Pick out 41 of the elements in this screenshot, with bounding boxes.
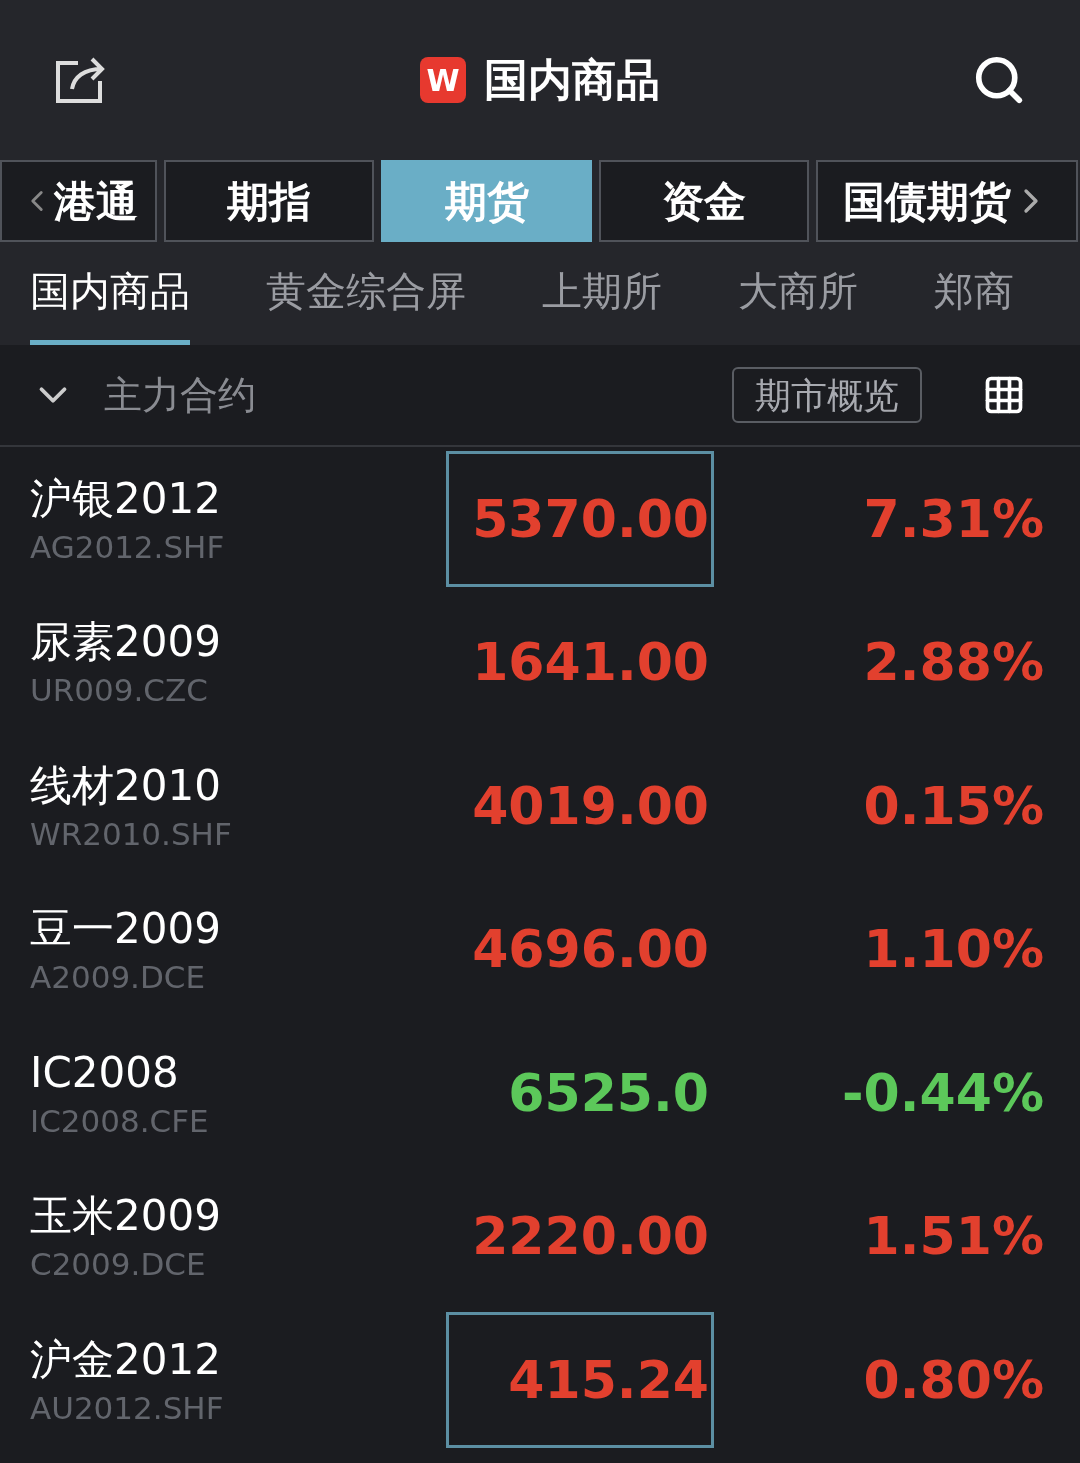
market-tab[interactable]: 大商所: [738, 242, 858, 345]
section-title: 主力合约: [104, 371, 257, 419]
contract-code: WR2010.SHF: [30, 814, 233, 854]
contract-name: 沪金2012: [30, 1333, 222, 1386]
change-percent: 0.15%: [862, 774, 1044, 838]
contract-code: UR009.CZC: [30, 671, 209, 711]
market-tab[interactable]: 郑商: [934, 242, 1014, 345]
overview-button[interactable]: 期市概览: [732, 367, 922, 423]
page-title: 国内商品: [484, 53, 660, 107]
contract-code: AG2012.SHF: [30, 527, 226, 567]
change-percent: 1.10%: [862, 918, 1044, 982]
price-cell-text: 6525.0: [507, 1061, 710, 1125]
market-tab[interactable]: 国内商品: [30, 242, 190, 345]
market-tab[interactable]: 黄金综合屏: [266, 242, 466, 345]
contract-code: IC2008.CFE: [30, 1101, 210, 1141]
app-logo: W: [420, 57, 466, 103]
price-cell-text: 4696.00: [471, 918, 710, 982]
category-tab[interactable]: 国债期货: [816, 160, 1078, 242]
contract-name: 线材2010: [30, 759, 222, 812]
contract-name: 沪银2012: [30, 472, 222, 525]
contract-code: A2009.DCE: [30, 958, 207, 998]
contract-code: AU2012.SHF: [30, 1388, 225, 1428]
contract-code: C2009.DCE: [30, 1245, 207, 1285]
price-cell-text: 2220.00: [471, 1205, 710, 1269]
price-cell-text: 1641.00: [471, 631, 710, 695]
category-tab[interactable]: 期指: [164, 160, 374, 242]
change-percent: 7.31%: [862, 487, 1044, 551]
change-percent: 2.88%: [862, 631, 1044, 695]
price-cell: 415.24: [446, 1311, 714, 1448]
category-tab[interactable]: 港通: [0, 160, 157, 242]
change-percent: -0.44%: [841, 1061, 1044, 1125]
category-tab[interactable]: 资金: [599, 160, 809, 242]
contract-name: 豆一2009: [30, 903, 222, 956]
price-cell-text: 4019.00: [471, 774, 710, 838]
contract-name: IC2008: [30, 1046, 180, 1099]
change-percent: 1.51%: [862, 1205, 1044, 1269]
market-tab[interactable]: 上期所: [542, 242, 662, 345]
contract-name: 玉米2009: [30, 1190, 222, 1243]
change-percent: 0.80%: [862, 1348, 1044, 1412]
contract-name: 尿素2009: [30, 616, 222, 669]
price-cell: 5370.00: [446, 450, 714, 587]
